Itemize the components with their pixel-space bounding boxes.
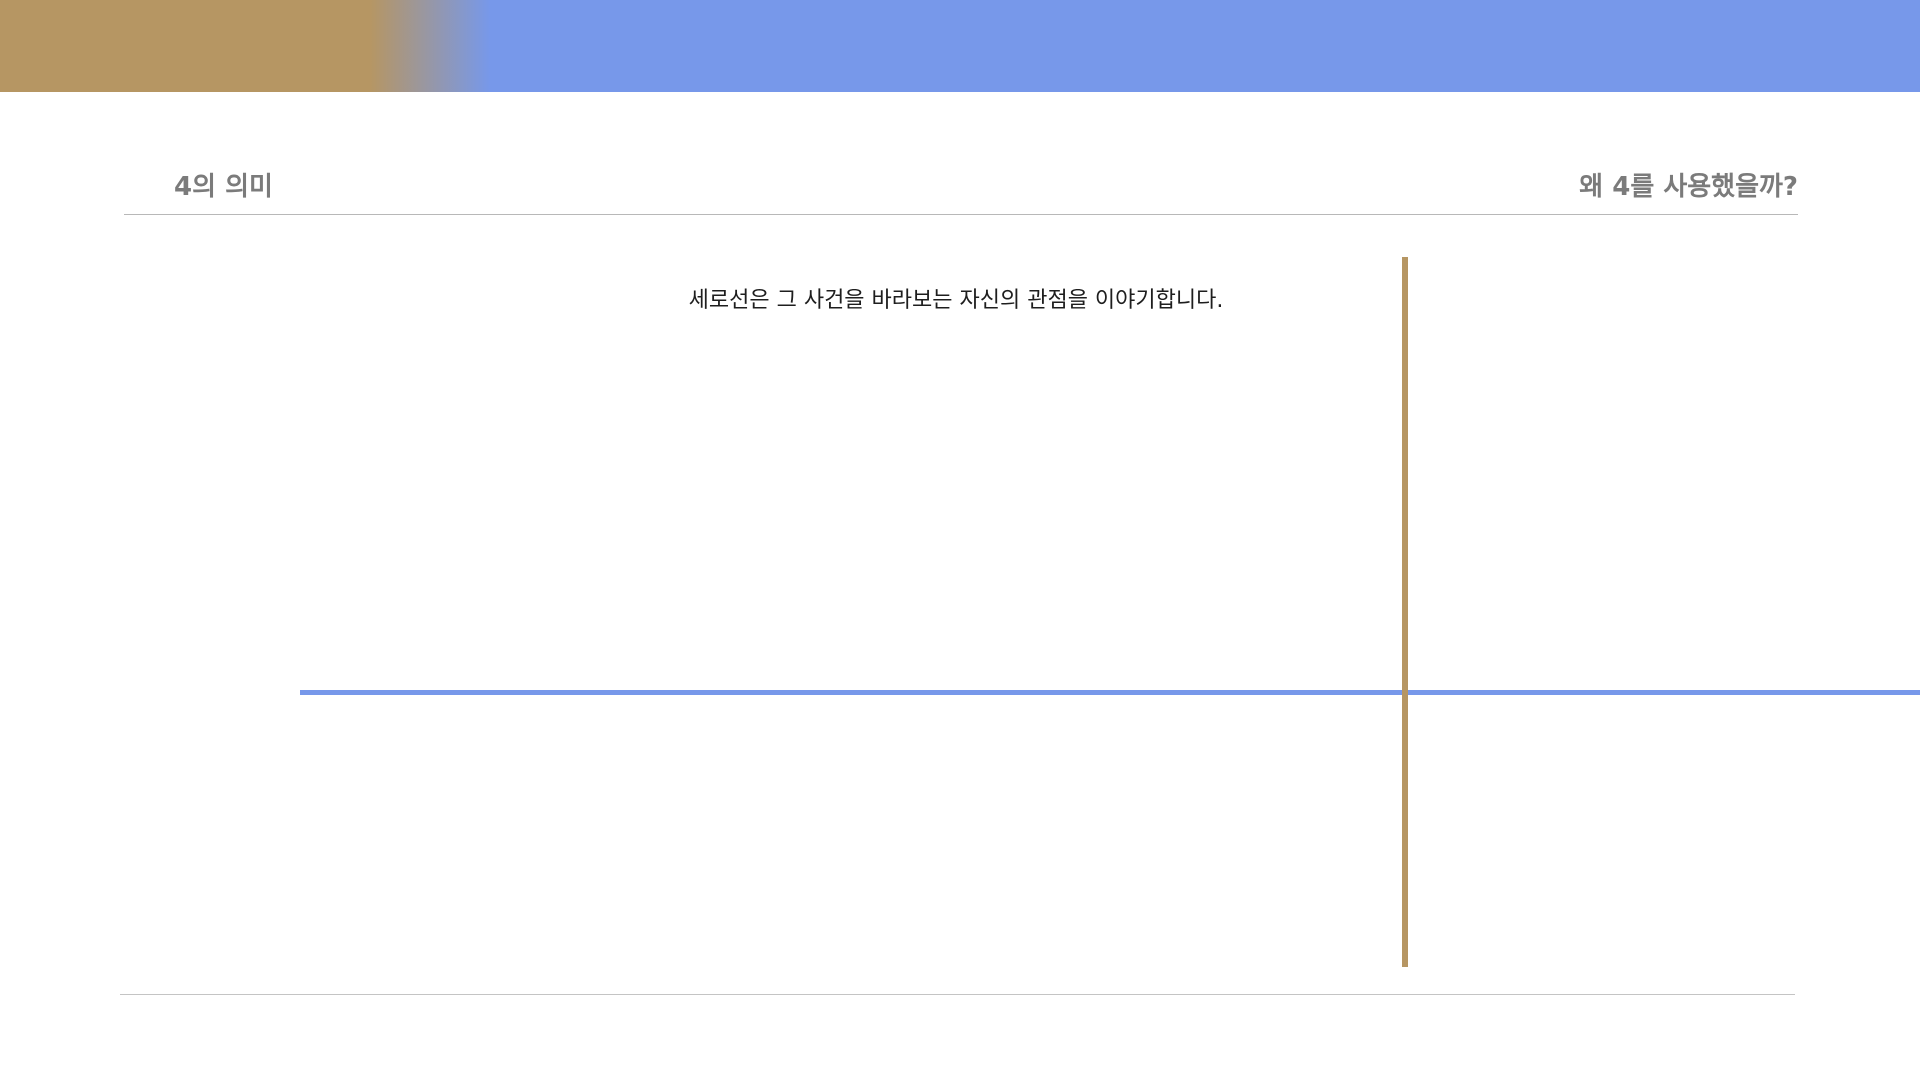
header-divider	[124, 214, 1798, 215]
page-question: 왜 4를 사용했을까?	[1579, 172, 1798, 202]
page-title: 4의 의미	[174, 172, 273, 202]
vertical-line	[1402, 257, 1408, 967]
top-banner	[0, 0, 1920, 92]
slide: 4의 의미 왜 4를 사용했을까? 세로선은 그 사건을 바라보는 자신의 관점…	[0, 0, 1920, 1080]
footer-divider	[120, 994, 1795, 995]
body-text: 세로선은 그 사건을 바라보는 자신의 관점을 이야기합니다.	[688, 288, 1224, 313]
horizontal-line	[300, 690, 1920, 695]
